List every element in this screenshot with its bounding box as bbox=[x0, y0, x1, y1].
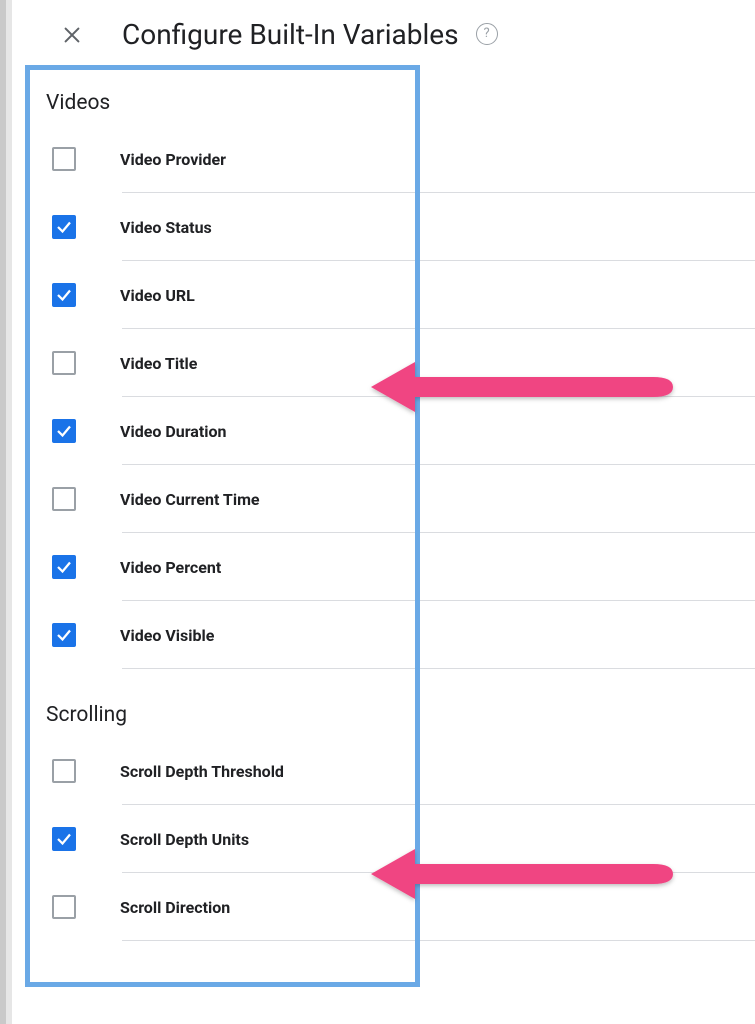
check-icon bbox=[55, 218, 73, 236]
variable-row[interactable]: Video Title bbox=[0, 329, 755, 397]
section-heading-videos: Videos bbox=[0, 69, 755, 125]
checkbox-video-status[interactable] bbox=[52, 215, 76, 239]
checkbox-video-percent[interactable] bbox=[52, 555, 76, 579]
check-icon bbox=[55, 558, 73, 576]
variable-label: Video Duration bbox=[120, 422, 227, 441]
title-text: Configure Built-In Variables bbox=[122, 18, 459, 51]
variable-row[interactable]: Video Visible bbox=[0, 601, 755, 669]
variable-label: Video Provider bbox=[120, 150, 226, 169]
check-icon bbox=[55, 422, 73, 440]
checkbox-scroll-depth-threshold[interactable] bbox=[52, 759, 76, 783]
variable-row[interactable]: Video Provider bbox=[0, 125, 755, 193]
variable-label: Scroll Direction bbox=[120, 898, 230, 917]
variable-label: Video Title bbox=[120, 354, 197, 373]
close-icon bbox=[61, 24, 83, 46]
variable-label: Video Visible bbox=[120, 626, 214, 645]
checkbox-video-visible[interactable] bbox=[52, 623, 76, 647]
check-icon bbox=[55, 286, 73, 304]
variable-row[interactable]: Video Duration bbox=[0, 397, 755, 465]
variable-row[interactable]: Video URL bbox=[0, 261, 755, 329]
variable-label: Scroll Depth Threshold bbox=[120, 762, 284, 781]
variable-row[interactable]: Video Percent bbox=[0, 533, 755, 601]
checkbox-scroll-depth-units[interactable] bbox=[52, 827, 76, 851]
variable-label: Video Percent bbox=[120, 558, 221, 577]
checkbox-video-provider[interactable] bbox=[52, 147, 76, 171]
variable-row[interactable]: Scroll Direction bbox=[0, 873, 755, 941]
variable-row[interactable]: Scroll Depth Threshold bbox=[0, 737, 755, 805]
check-icon bbox=[55, 626, 73, 644]
help-icon[interactable]: ? bbox=[476, 23, 498, 45]
variable-sections: Videos Video Provider Video Status Video… bbox=[0, 69, 755, 941]
variable-label: Video Status bbox=[120, 218, 212, 237]
content-area: Videos Video Provider Video Status Video… bbox=[0, 57, 755, 941]
variable-label: Video Current Time bbox=[120, 490, 260, 509]
checkbox-video-duration[interactable] bbox=[52, 419, 76, 443]
close-button[interactable] bbox=[56, 19, 88, 51]
variable-label: Video URL bbox=[120, 286, 195, 305]
variable-row[interactable]: Video Status bbox=[0, 193, 755, 261]
checkbox-video-current-time[interactable] bbox=[52, 487, 76, 511]
variable-row[interactable]: Scroll Depth Units bbox=[0, 805, 755, 873]
section-heading-scrolling: Scrolling bbox=[0, 669, 755, 737]
dialog-header: Configure Built-In Variables ? bbox=[0, 0, 755, 57]
checkbox-video-url[interactable] bbox=[52, 283, 76, 307]
page-title: Configure Built-In Variables ? bbox=[122, 18, 498, 51]
variable-row[interactable]: Video Current Time bbox=[0, 465, 755, 533]
variable-label: Scroll Depth Units bbox=[120, 830, 249, 849]
checkbox-scroll-direction[interactable] bbox=[52, 895, 76, 919]
checkbox-video-title[interactable] bbox=[52, 351, 76, 375]
check-icon bbox=[55, 830, 73, 848]
